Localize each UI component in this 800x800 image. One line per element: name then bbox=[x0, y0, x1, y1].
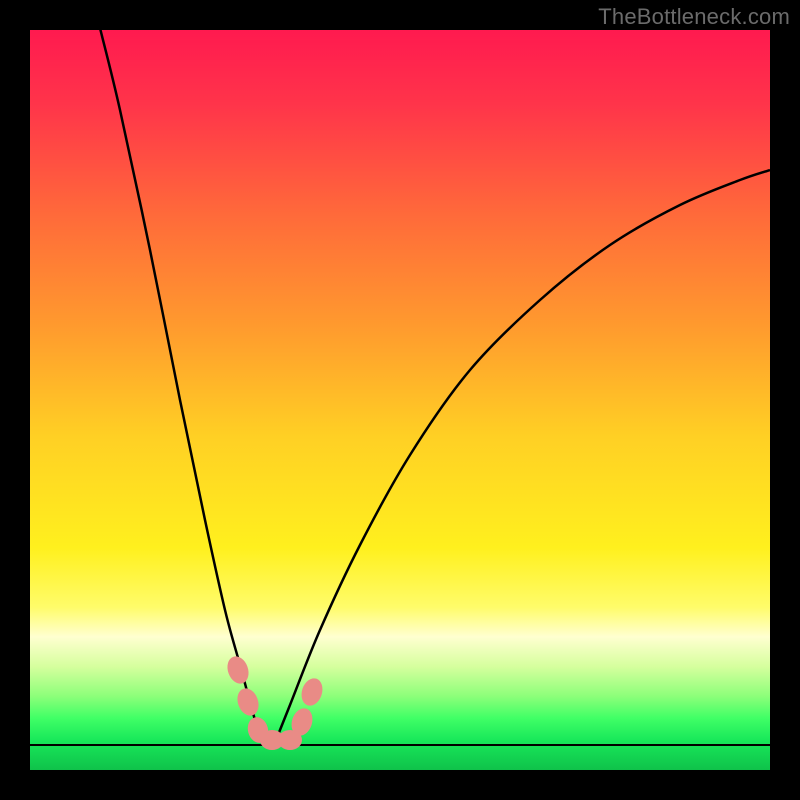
watermark-text: TheBottleneck.com bbox=[598, 4, 790, 30]
bottleneck-chart bbox=[0, 0, 800, 800]
plot-background bbox=[30, 30, 770, 770]
chart-frame: TheBottleneck.com bbox=[0, 0, 800, 800]
